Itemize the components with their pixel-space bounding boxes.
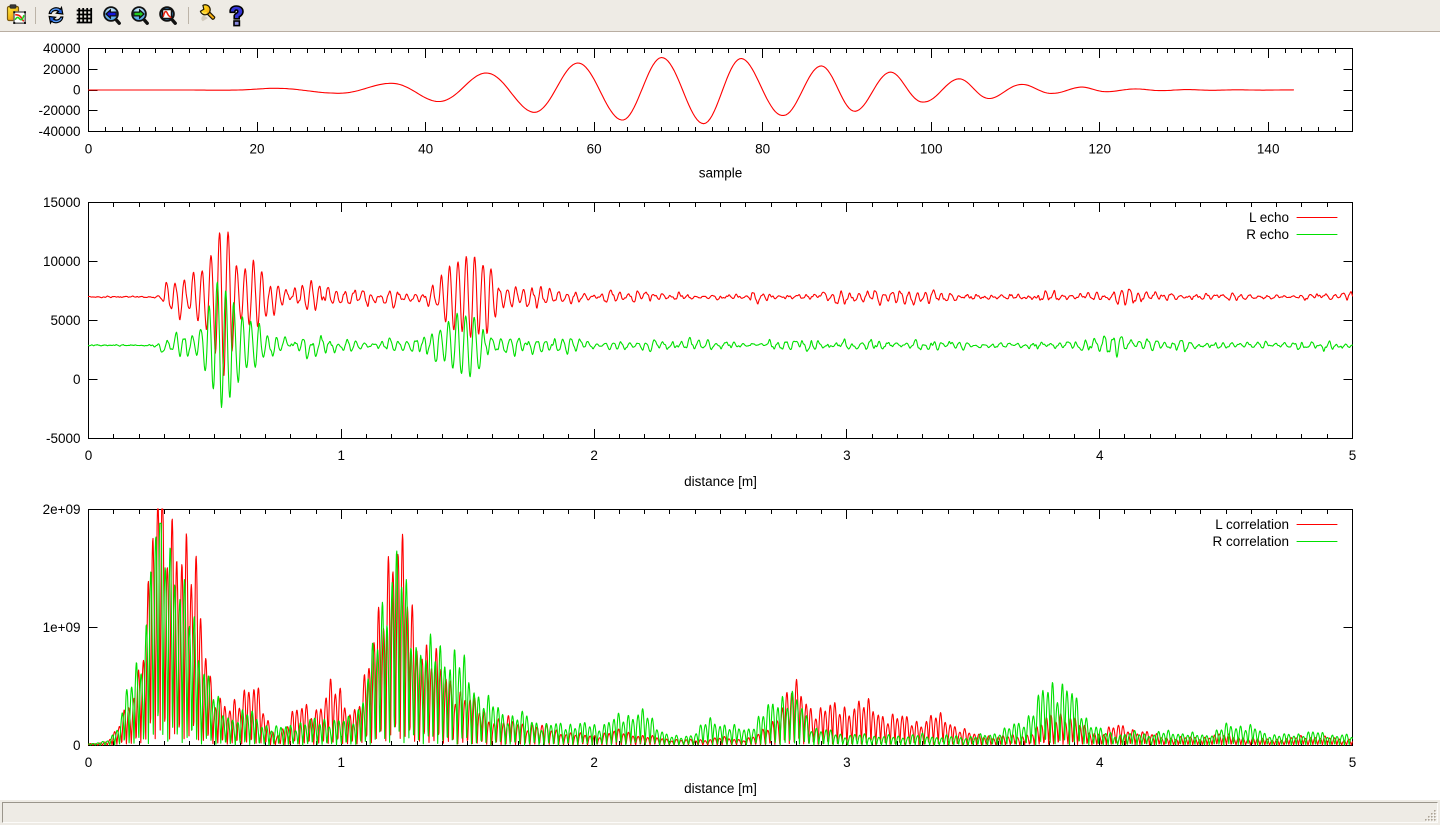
svg-text:0: 0 xyxy=(73,738,81,753)
svg-text:0: 0 xyxy=(85,142,93,157)
svg-text:40000: 40000 xyxy=(43,41,81,56)
svg-text:0: 0 xyxy=(85,448,93,463)
svg-text:4: 4 xyxy=(1096,755,1104,770)
svg-text:5: 5 xyxy=(1349,448,1357,463)
svg-text:-40000: -40000 xyxy=(38,124,80,139)
svg-text:distance [m]: distance [m] xyxy=(684,781,757,796)
svg-text:-20000: -20000 xyxy=(38,103,80,118)
svg-text:2e+09: 2e+09 xyxy=(43,502,81,517)
svg-text:140: 140 xyxy=(1257,142,1280,157)
svg-text:4: 4 xyxy=(1096,448,1104,463)
svg-text:15000: 15000 xyxy=(43,195,81,210)
svg-text:R correlation: R correlation xyxy=(1212,534,1289,549)
svg-text:40: 40 xyxy=(418,142,433,157)
svg-text:60: 60 xyxy=(587,142,602,157)
svg-text:20000: 20000 xyxy=(43,62,81,77)
svg-text:3: 3 xyxy=(843,755,851,770)
svg-text:80: 80 xyxy=(755,142,770,157)
svg-text:R echo: R echo xyxy=(1246,227,1289,242)
svg-text:20: 20 xyxy=(249,142,264,157)
svg-text:100: 100 xyxy=(920,142,943,157)
svg-text:L correlation: L correlation xyxy=(1215,517,1289,532)
svg-text:1e+09: 1e+09 xyxy=(43,620,81,635)
svg-text:2: 2 xyxy=(590,755,598,770)
svg-text:120: 120 xyxy=(1088,142,1111,157)
svg-text:distance [m]: distance [m] xyxy=(684,474,757,489)
svg-text:0: 0 xyxy=(73,83,81,98)
svg-text:0: 0 xyxy=(85,755,93,770)
svg-text:sample: sample xyxy=(699,166,743,181)
svg-text:0: 0 xyxy=(73,372,81,387)
svg-text:3: 3 xyxy=(843,448,851,463)
svg-text:1: 1 xyxy=(338,448,346,463)
svg-text:5000: 5000 xyxy=(50,313,80,328)
svg-text:1: 1 xyxy=(338,755,346,770)
svg-text:L echo: L echo xyxy=(1249,210,1289,225)
svg-text:5: 5 xyxy=(1349,755,1357,770)
svg-text:10000: 10000 xyxy=(43,254,81,269)
svg-text:2: 2 xyxy=(590,448,598,463)
svg-text:-5000: -5000 xyxy=(46,431,81,446)
